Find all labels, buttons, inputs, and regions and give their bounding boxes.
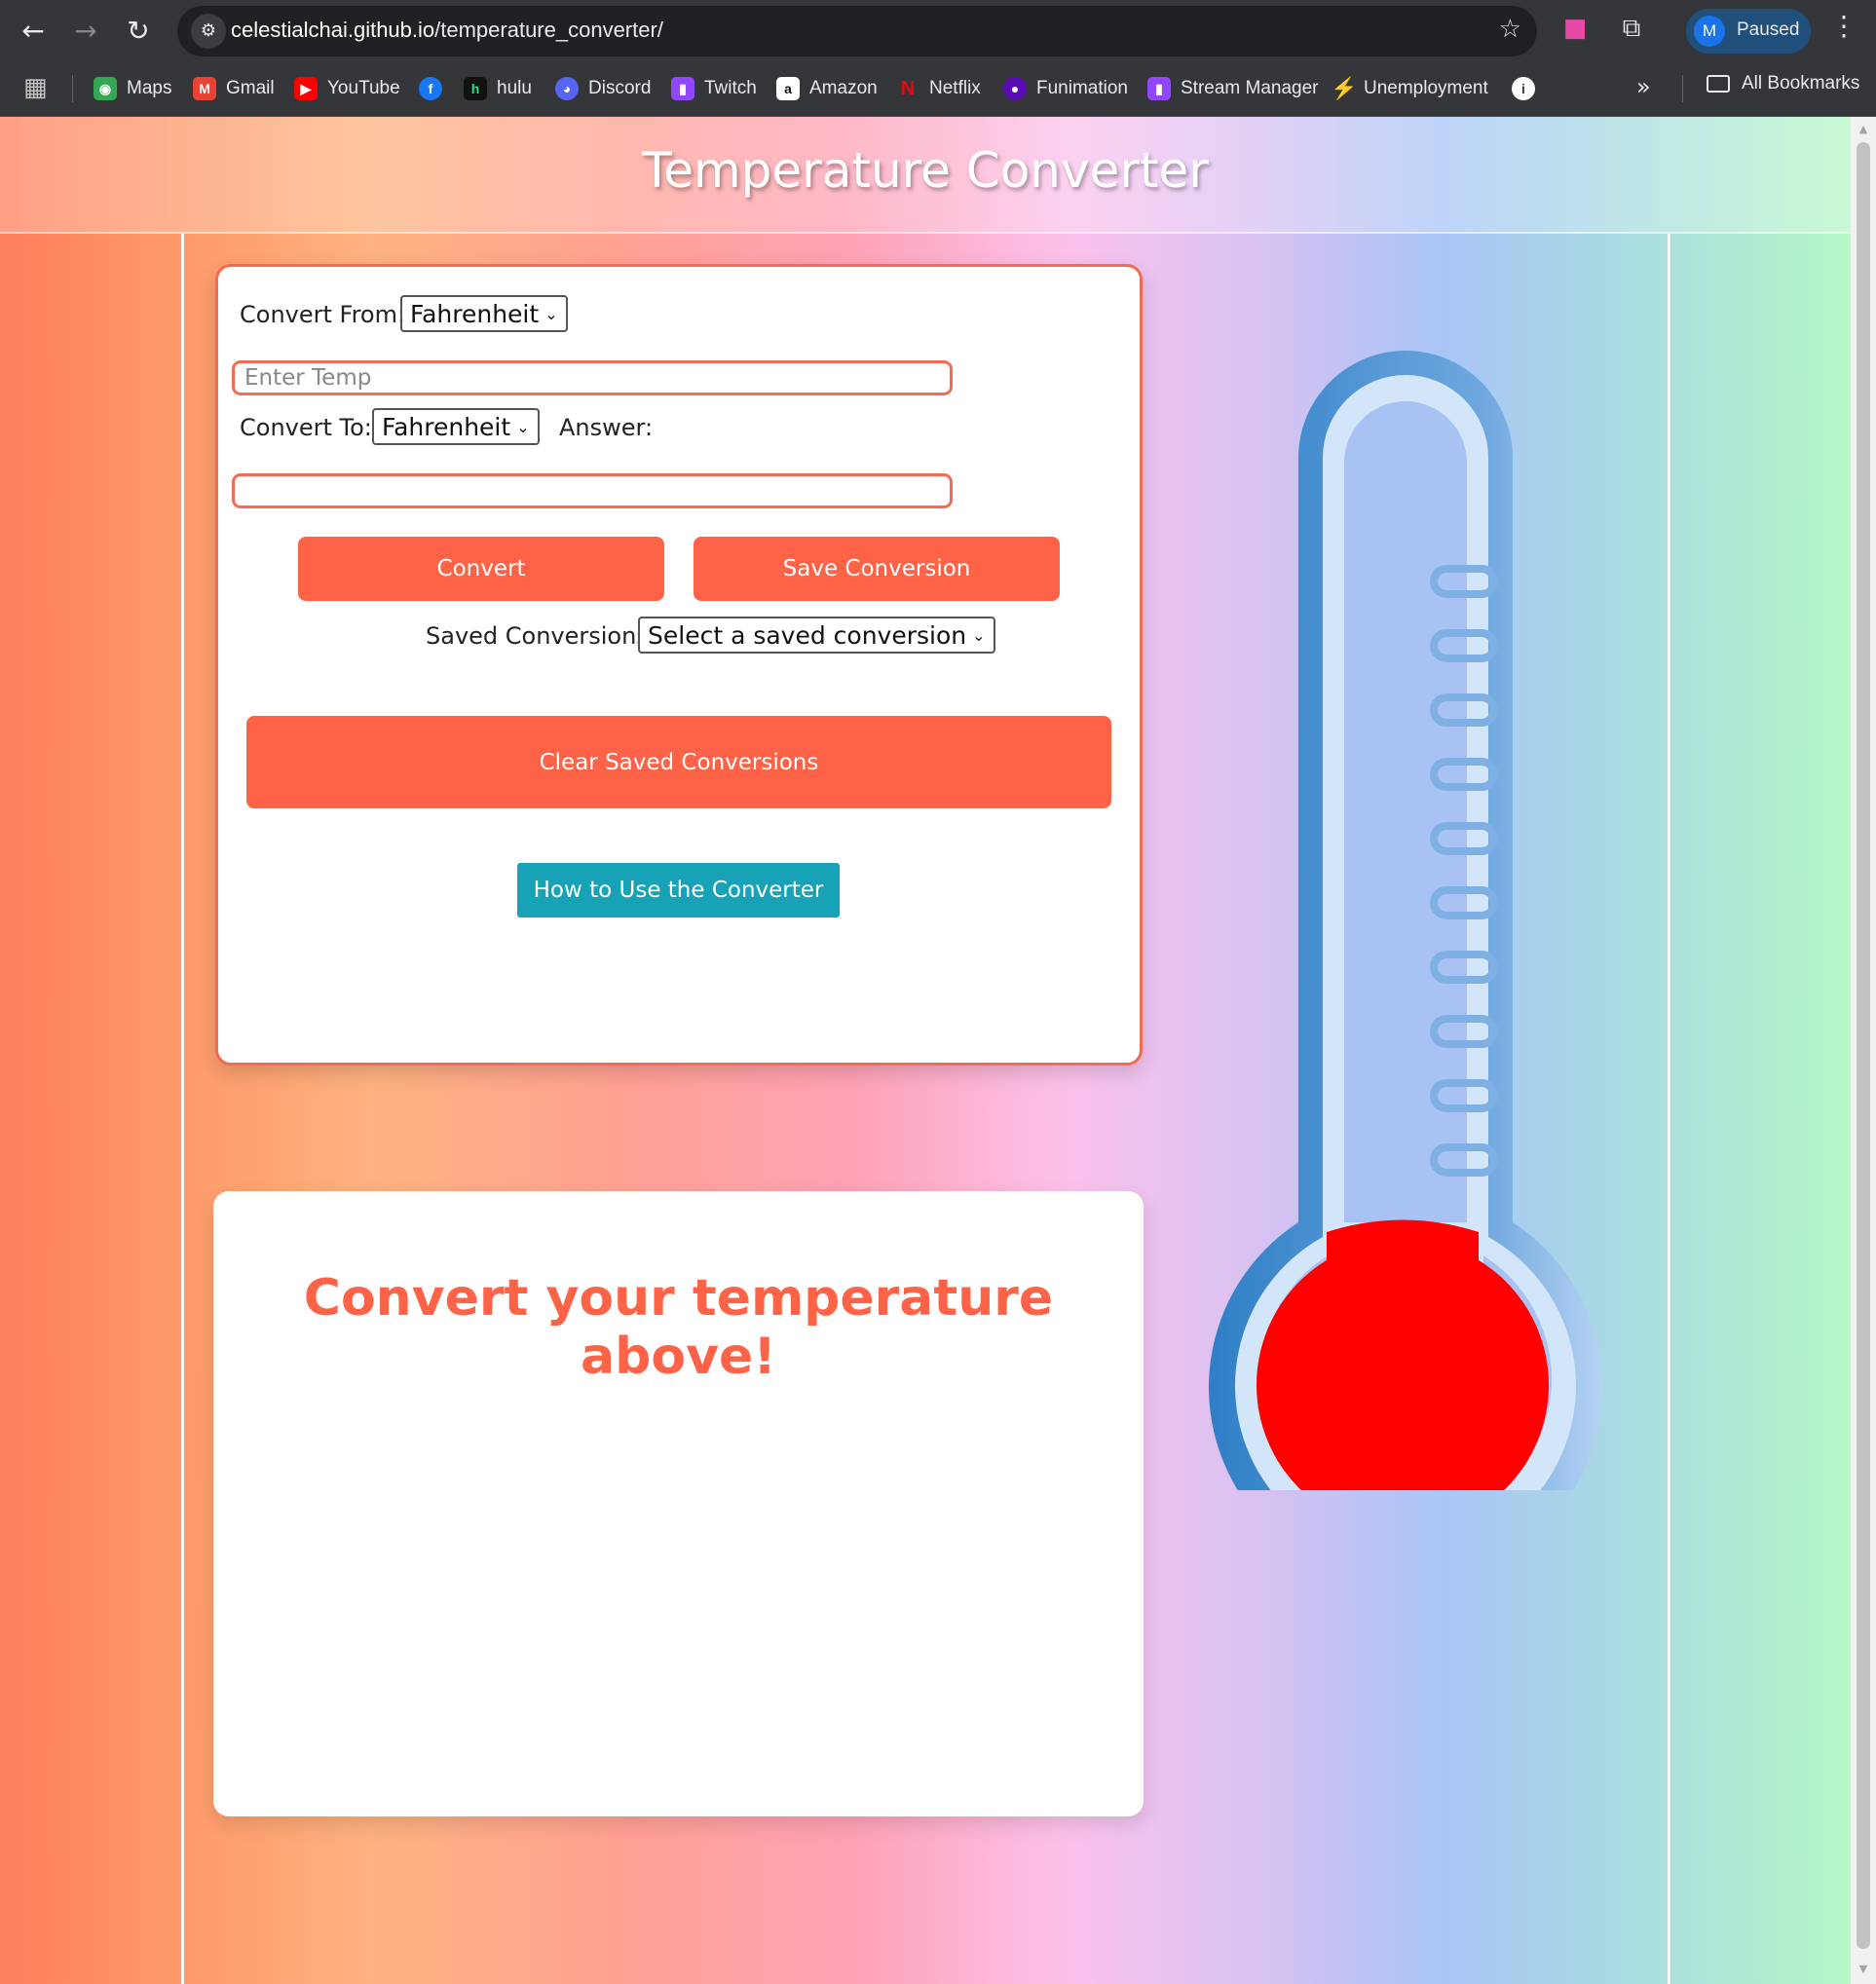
bookmark-netflix[interactable]: N Netflix: [896, 73, 981, 104]
bolt-icon: ⚡: [1331, 76, 1358, 100]
address-bar[interactable]: ⚙ celestialchai.github.io/temperature_co…: [177, 6, 1537, 56]
menu-kebab-icon[interactable]: ⋮: [1826, 10, 1861, 42]
apps-grid-icon[interactable]: ▦: [23, 73, 48, 102]
facebook-icon: f: [419, 77, 442, 100]
avatar: M: [1694, 16, 1725, 47]
gmail-icon: M: [193, 77, 216, 100]
youtube-icon: ▶: [294, 77, 318, 100]
page-scrollbar[interactable]: ▲ ▼: [1851, 117, 1876, 1984]
results-message: Convert your temperature above!: [303, 1269, 1054, 1386]
bookmark-star-icon[interactable]: ☆: [1499, 15, 1521, 44]
bookmark-unemployment[interactable]: ⚡ Unemployment: [1331, 73, 1488, 104]
bookmark-gmail[interactable]: M Gmail: [193, 73, 275, 104]
page-content: Temperature Converter Convert From: Fahr…: [0, 117, 1851, 1984]
bookmark-info[interactable]: i: [1512, 73, 1545, 104]
site-info-icon[interactable]: ⚙: [191, 14, 226, 49]
folder-icon: [1707, 75, 1730, 93]
convert-button[interactable]: Convert: [298, 537, 664, 601]
browser-toolbar: ← → ↻ ⚙ celestialchai.github.io/temperat…: [0, 0, 1876, 61]
discord-icon: ◕: [555, 77, 579, 100]
extensions-puzzle-icon[interactable]: ⧉: [1614, 14, 1649, 44]
page-title: Temperature Converter: [642, 142, 1209, 199]
clear-saved-conversions-button[interactable]: Clear Saved Conversions: [246, 716, 1111, 808]
saved-conversions-label: Saved Conversions:: [426, 622, 657, 650]
how-to-use-button[interactable]: How to Use the Converter: [517, 863, 840, 917]
info-icon: i: [1512, 77, 1535, 100]
bookmark-amazon[interactable]: a Amazon: [776, 73, 878, 104]
results-card: Convert your temperature above!: [213, 1191, 1144, 1816]
maps-icon: ◉: [94, 77, 117, 100]
convert-from-label: Convert From:: [240, 301, 406, 328]
twitch-icon: ▮: [671, 77, 694, 100]
scroll-up-icon[interactable]: ▲: [1857, 123, 1870, 135]
saved-conversions-select[interactable]: Select a saved conversion ⌄: [638, 617, 995, 654]
answer-label: Answer:: [559, 414, 654, 441]
url-text[interactable]: celestialchai.github.io/temperature_conv…: [231, 18, 663, 43]
container-border-left: [181, 234, 184, 1984]
thermometer-icon: [1209, 351, 1602, 1490]
container-border-right: [1668, 234, 1670, 1984]
all-bookmarks[interactable]: All Bookmarks: [1707, 73, 1859, 94]
twitch-icon: ▮: [1147, 77, 1171, 100]
chevron-down-icon: ⌄: [516, 417, 530, 436]
funimation-icon: ●: [1003, 77, 1027, 100]
bookmark-stream-manager[interactable]: ▮ Stream Manager: [1147, 73, 1319, 104]
bookmark-hulu[interactable]: h hulu: [464, 73, 532, 104]
profile-button[interactable]: M Paused: [1686, 9, 1811, 54]
amazon-icon: a: [776, 77, 800, 100]
chevron-down-icon: ⌄: [544, 304, 558, 323]
bookmarks-bar: ▦ ◉ Maps M Gmail ▶ YouTube f h hulu ◕ Discord…: [0, 61, 1876, 117]
extension-icon[interactable]: ■: [1557, 14, 1593, 43]
back-icon[interactable]: ←: [14, 12, 53, 51]
convert-to-label: Convert To:: [240, 414, 372, 441]
bookmark-facebook[interactable]: f: [419, 73, 452, 104]
chevron-down-icon: ⌄: [972, 625, 986, 645]
bookmark-funimation[interactable]: ● Funimation: [1003, 73, 1128, 104]
bookmark-maps[interactable]: ◉ Maps: [94, 73, 171, 104]
reload-icon[interactable]: ↻: [119, 12, 158, 51]
scroll-down-icon[interactable]: ▼: [1857, 1963, 1870, 1975]
page-header: Temperature Converter: [0, 117, 1851, 234]
save-conversion-button[interactable]: Save Conversion: [694, 537, 1060, 601]
converter-card: Convert From: Fahrenheit⌄ Convert To: Fa…: [215, 264, 1143, 1066]
scrollbar-thumb[interactable]: [1857, 142, 1870, 1949]
bookmark-youtube[interactable]: ▶ YouTube: [294, 73, 400, 104]
bookmarks-separator: [72, 75, 73, 102]
netflix-icon: N: [900, 78, 916, 99]
convert-to-select[interactable]: Fahrenheit ⌄: [372, 408, 540, 445]
temperature-input[interactable]: [232, 360, 953, 395]
hulu-icon: h: [464, 77, 487, 100]
profile-status: Paused: [1737, 19, 1800, 40]
answer-field[interactable]: [232, 473, 953, 508]
forward-icon[interactable]: →: [66, 12, 105, 51]
bookmarks-separator: [1682, 75, 1683, 102]
convert-from-select[interactable]: Fahrenheit ⌄: [400, 295, 568, 332]
bookmark-discord[interactable]: ◕ Discord: [555, 73, 651, 104]
bookmark-twitch[interactable]: ▮ Twitch: [671, 73, 757, 104]
more-bookmarks-icon[interactable]: »: [1636, 73, 1651, 100]
